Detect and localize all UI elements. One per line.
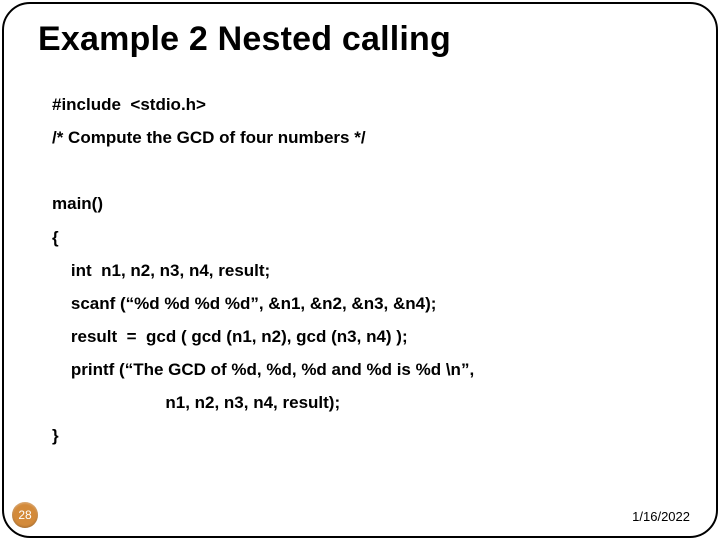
code-block: #include <stdio.h> /* Compute the GCD of…	[52, 88, 686, 453]
code-line: }	[52, 426, 59, 445]
code-line: #include <stdio.h>	[52, 95, 206, 114]
code-line: /* Compute the GCD of four numbers */	[52, 128, 366, 147]
code-line: {	[52, 228, 59, 247]
slide-number-badge: 28	[12, 502, 38, 528]
code-line: result = gcd ( gcd (n1, n2), gcd (n3, n4…	[52, 327, 408, 346]
code-line: scanf (“%d %d %d %d”, &n1, &n2, &n3, &n4…	[52, 294, 436, 313]
slide-date: 1/16/2022	[632, 509, 690, 524]
slide-title: Example 2 Nested calling	[38, 20, 686, 59]
code-line: int n1, n2, n3, n4, result;	[52, 261, 270, 280]
code-line: main()	[52, 194, 103, 213]
code-line: printf (“The GCD of %d, %d, %d and %d is…	[52, 360, 474, 379]
code-line: n1, n2, n3, n4, result);	[52, 393, 340, 412]
slide-number: 28	[18, 508, 31, 522]
slide-frame: Example 2 Nested calling #include <stdio…	[2, 2, 718, 538]
